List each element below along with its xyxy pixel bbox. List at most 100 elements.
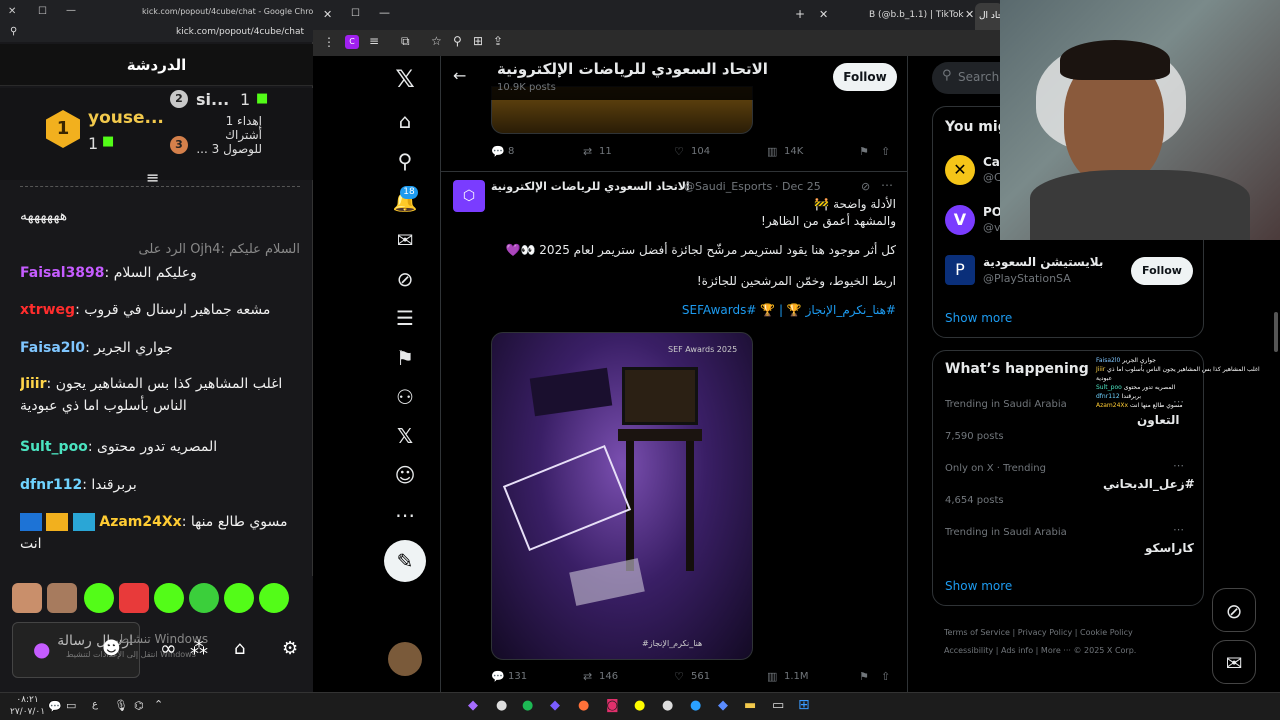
like-icon[interactable]: ♡ [674,670,684,683]
close-icon[interactable]: ✕ [323,8,332,21]
reply-icon[interactable]: 💬 [491,145,505,158]
store-icon[interactable]: ⌂ [234,638,245,659]
leader-second-name[interactable]: si... [196,90,229,109]
show-more-link[interactable]: Show more [945,579,1012,593]
footer-link[interactable]: Accessibility [944,646,993,655]
profile-icon[interactable]: ☺ [392,462,418,488]
bookmarks-icon[interactable]: ⚑ [392,345,418,371]
post-author-handle[interactable]: @Saudi_Esports [684,180,772,193]
avatar[interactable] [388,642,422,676]
close-tab-icon[interactable]: ✕ [819,8,828,21]
username[interactable]: xtrweg [20,302,75,318]
messages-icon[interactable]: ✉ [392,227,418,253]
repost-icon[interactable]: ⇄ [583,145,592,158]
username[interactable]: Faisa2l0 [20,340,85,356]
close-icon[interactable]: ✕ [8,6,16,17]
sidebar-icon[interactable]: ≡ [369,34,379,48]
post-button[interactable]: ✎ [384,540,426,582]
edge-icon[interactable]: ● [690,698,701,713]
app-icon[interactable]: ▭ [772,698,784,713]
network-icon[interactable]: ⌬ [134,699,144,712]
sef-avatar[interactable]: ⬡ [453,180,485,212]
trend-name[interactable]: التعاون [1137,413,1180,427]
communities-icon[interactable]: ⚇ [392,384,418,410]
repost-icon[interactable]: ⇄ [583,670,592,683]
chevron-up-icon[interactable]: ⌃ [154,698,163,711]
infinity-icon[interactable]: ∞ [160,636,177,660]
footer-link[interactable]: Ads info [1001,646,1033,655]
post-date[interactable]: · Dec 25 [775,180,821,193]
footer-link[interactable]: Cookie Policy [1080,628,1133,637]
messages-button[interactable]: ✉ [1212,640,1256,684]
home-icon[interactable]: ⌂ [392,108,418,134]
post-hashtags[interactable]: #هنا_نكرم_الإنجاز 🏆 | 🏆 #SEFAwards [491,302,896,319]
extension-icon[interactable]: C [345,35,359,49]
x-logo-icon[interactable]: 𝕏 [392,66,418,92]
windows-start-icon[interactable]: ⊞ [798,697,810,713]
firefox-icon[interactable]: ● [578,698,589,713]
notification-icon[interactable]: 💬 [48,700,62,713]
new-tab-icon[interactable]: + [795,7,805,21]
app-icon[interactable]: ◆ [468,698,478,713]
collapse-icon[interactable]: ≡ [146,168,159,187]
like-icon[interactable]: ♡ [674,145,684,158]
footer-link[interactable]: More ··· [1041,646,1071,655]
settings-icon[interactable]: ⚲ [10,26,17,37]
footer-link[interactable]: Privacy Policy [1018,628,1073,637]
playstation-avatar[interactable]: P [945,255,975,285]
trend-name[interactable]: كاراسكو [1145,541,1194,555]
leader-first-name[interactable]: youse... [88,108,164,128]
puzzle-icon[interactable]: ⧉ [401,34,410,49]
app-icon[interactable]: ◆ [718,698,728,713]
bookmark-icon[interactable]: ⚑ [859,670,869,683]
translate-icon[interactable]: ⊞ [473,34,483,48]
spotify-icon[interactable]: ● [522,698,533,713]
reply-icon[interactable]: 💬 [491,670,505,683]
star-icon[interactable]: ☆ [431,34,442,48]
share-icon[interactable]: ⇪ [493,34,503,48]
emote-laugh-icon[interactable] [189,583,219,613]
grok-icon[interactable]: ⊘ [392,266,418,292]
share-icon[interactable]: ⇧ [881,670,890,683]
app-icon[interactable]: ● [662,698,673,713]
maximize-icon[interactable]: ☐ [38,6,47,17]
share-icon[interactable]: ⇧ [881,145,890,158]
search-icon[interactable]: ⚲ [392,148,418,174]
maximize-icon[interactable]: ☐ [351,8,360,19]
username[interactable]: Jiiir [20,376,47,392]
post-author-name[interactable]: الاتحاد السعودي للرياضات الإلكترونية [491,180,690,193]
more-icon[interactable]: ⋯ [1173,523,1184,536]
emote-wink-icon[interactable] [224,583,254,613]
username[interactable]: dfnr112 [20,477,82,493]
grok-button[interactable]: ⊘ [1212,588,1256,632]
close-tab-icon[interactable]: ✕ [965,8,974,21]
grok-icon[interactable]: ⊘ [861,180,870,193]
follow-button[interactable]: Follow [833,63,897,91]
footer-link[interactable]: Terms of Service [944,628,1010,637]
emote-angel-icon[interactable] [84,583,114,613]
emoji-icon[interactable]: ☻ [102,638,121,659]
mic-icon[interactable]: ● [33,637,50,661]
snapchat-icon[interactable]: ● [634,698,645,713]
more-icon[interactable]: ⋯ [881,178,893,192]
trend-name[interactable]: #زعل_الدبحاني [1103,477,1195,491]
menu-icon[interactable]: ⋮ [323,35,335,49]
chat-url[interactable]: kick.com/popout/4cube/chat [176,27,304,37]
instagram-icon[interactable]: ◙ [606,698,619,713]
suggestion-avatar[interactable]: ✕ [945,155,975,185]
dots-icon[interactable]: ⁂ [190,638,208,659]
follow-button[interactable]: Follow [1131,257,1193,285]
more-icon[interactable]: ⋯ [392,502,418,528]
suggestion-name[interactable]: بلايستيشن السعودية [983,255,1103,269]
username[interactable]: Sult_poo [20,439,88,455]
emote-face-icon[interactable] [12,583,42,613]
emote-alien-icon[interactable] [154,583,184,613]
emote-face-icon[interactable] [47,583,77,613]
premium-icon[interactable]: 𝕏 [392,423,418,449]
more-icon[interactable]: ⋯ [1173,459,1184,472]
minimize-icon[interactable]: — [379,6,390,19]
views-icon[interactable]: ▥ [767,670,777,683]
views-icon[interactable]: ▥ [767,145,777,158]
post-image[interactable]: SEF Awards 2025 #هنا_نكرم_الإنجاز [491,332,753,660]
tab-tiktok[interactable]: B (@b.b_1.1) | TikTok [869,10,964,20]
